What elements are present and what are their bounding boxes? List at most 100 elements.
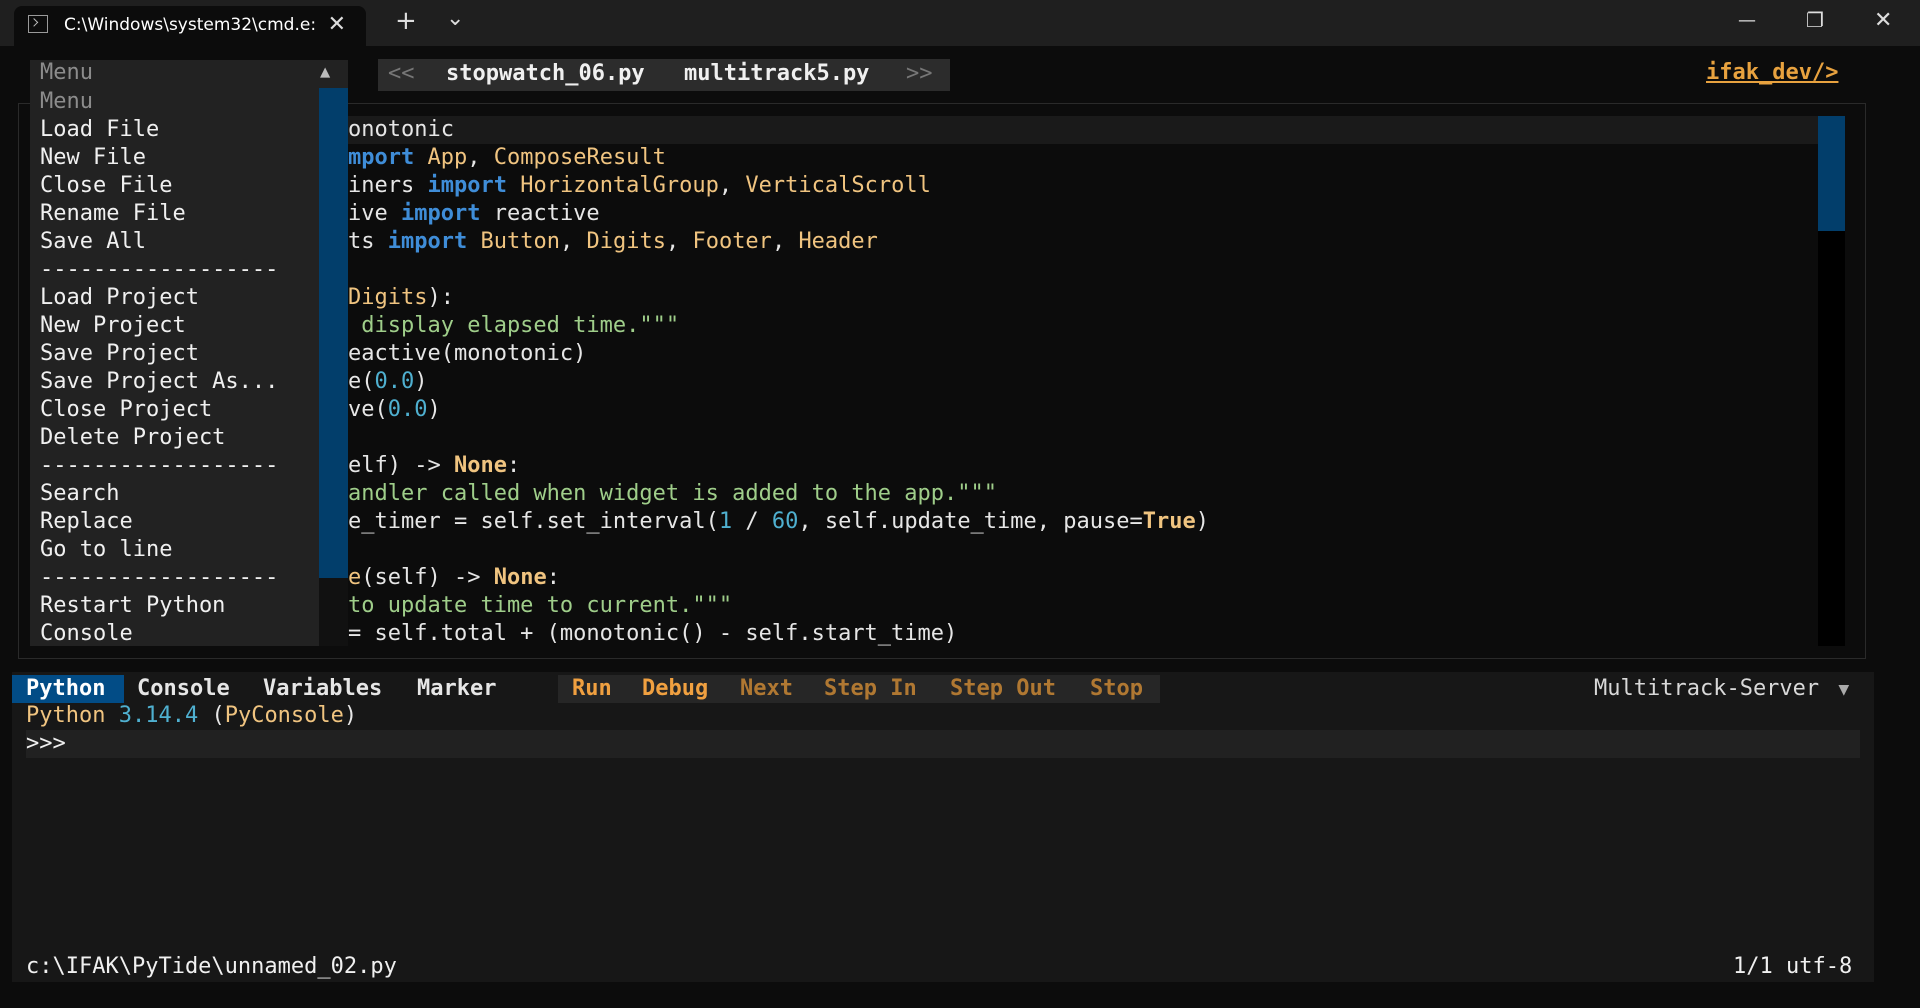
server-select[interactable]: Multitrack-Server ▼ [1594,675,1849,704]
menu-item[interactable]: Close File [40,172,278,200]
code-line: iners import HorizontalGroup, VerticalSc… [348,172,1209,200]
console-input[interactable] [78,731,1838,757]
menu-item[interactable]: New Project [40,312,278,340]
code-token: ComposeResult [493,145,666,170]
menu-item[interactable]: Close Project [40,396,278,424]
code-line: = self.total + (monotonic() - self.start… [348,620,1209,648]
terminal-tab[interactable]: C:\Windows\system32\cmd.e: ✕ [14,6,366,46]
menu-item[interactable]: Delete Project [40,424,278,452]
code-token: = self.total + (monotonic() - self.start… [348,621,958,646]
tab-variables[interactable]: Variables [263,675,382,703]
tab-dropdown-icon[interactable]: ⌄ [446,6,464,31]
code-line: ive import reactive [348,200,1209,228]
menu-item[interactable]: Search [40,480,278,508]
tab-close-icon[interactable]: ✕ [328,12,346,37]
code-line: e(self) -> None: [348,564,1209,592]
tab-marker[interactable]: Marker [417,675,496,703]
menu-item[interactable]: Restart Python [40,592,278,620]
menu-item[interactable]: Console [40,620,278,648]
code-token: Footer [692,229,772,254]
tab-console[interactable]: Console [137,675,230,703]
menu-item[interactable]: Menu [40,88,278,116]
menu-select[interactable]: Menu [40,60,93,85]
menu-separator: ------------------ [40,453,279,478]
code-token: (self) -> [361,565,494,590]
menu-item[interactable]: New File [40,144,278,172]
code-token: ): [427,285,454,310]
editor-scrollbar-thumb[interactable] [1818,116,1845,231]
menu-item[interactable]: Save Project [40,340,278,368]
code-token: e_timer = self.set_interval( [348,509,719,534]
menu-scrollbar-track[interactable] [319,578,348,646]
step-in-button[interactable]: Step In [824,675,917,703]
code-token: import [427,173,507,198]
code-token: elf) -> [348,453,454,478]
code-token: 60 [771,509,799,534]
code-token: ts [348,229,388,254]
brand-link[interactable]: ifak_dev/> [1706,60,1838,85]
code-line: e(0.0) [348,368,1209,396]
console-token: PyConsole [224,703,344,728]
code-token: , [718,173,746,198]
debug-button[interactable]: Debug [642,675,708,703]
code-token: VerticalScroll [745,173,931,198]
menu-collapse-icon[interactable]: ▲ [320,62,330,82]
menu-scrollbar-thumb[interactable] [319,88,348,578]
code-token: mport [348,145,415,170]
code-token: e [348,565,362,590]
console-token: ) [343,703,358,728]
step-out-button[interactable]: Step Out [950,675,1056,703]
menu-item[interactable]: Load File [40,116,278,144]
run-button[interactable]: Run [572,675,612,703]
code-token: Header [798,229,878,254]
code-token: HorizontalGroup [520,173,719,198]
code-editor[interactable]: onotonic mport App, ComposeResult iners im… [348,116,1209,648]
window-close-icon[interactable]: ✕ [1874,8,1892,33]
code-token: iners [348,173,428,198]
menu-item[interactable]: Rename File [40,200,278,228]
code-token: App [427,145,468,170]
menu-item[interactable]: Save Project As... [40,368,278,396]
status-info: 1/1 utf-8 [1733,954,1852,979]
code-token: : [506,453,521,478]
file-tab-bar: << stopwatch_06.py multitrack5.py >> [378,59,950,91]
file-tabs-next[interactable]: >> [906,59,933,89]
code-token: display elapsed time.""" [348,313,680,338]
code-token: ) [427,397,441,422]
tab-title: C:\Windows\system32\cmd.e: [64,15,317,35]
menu-item[interactable]: Load Project [40,284,278,312]
terminal-icon [28,15,48,33]
status-position: 1/1 [1733,954,1773,979]
code-token: Button [480,229,560,254]
stop-button[interactable]: Stop [1090,675,1143,703]
new-tab-icon[interactable]: + [395,6,417,36]
editor-scrollbar-track[interactable] [1818,231,1845,646]
status-file-path: c:\IFAK\PyTide\unnamed_02.py [26,954,397,979]
code-line: mport App, ComposeResult [348,144,1209,172]
menu-separator: ------------------ [40,565,279,590]
server-select-value: Multitrack-Server [1594,676,1820,701]
status-encoding: utf-8 [1786,954,1853,979]
file-tab[interactable]: multitrack5.py [684,59,869,89]
file-tab[interactable]: stopwatch_06.py [446,59,645,89]
code-line: display elapsed time.""" [348,312,1209,340]
minimize-icon[interactable]: — [1738,10,1756,31]
file-tabs-prev[interactable]: << [388,59,415,89]
code-token: None [453,453,507,478]
console-token: Python [26,703,119,728]
next-button[interactable]: Next [740,675,793,703]
code-token: , [771,229,799,254]
code-token: reactive [480,201,600,226]
code-token: Digits [586,229,666,254]
menu-item[interactable]: Replace [40,508,278,536]
code-token: : [546,565,560,590]
menu-item[interactable]: Go to line [40,536,278,564]
menu-item[interactable]: Save All [40,228,278,256]
restore-icon[interactable]: ❐ [1806,8,1824,32]
code-token: eactive(monotonic) [348,341,587,366]
tab-python[interactable]: Python [12,675,124,703]
